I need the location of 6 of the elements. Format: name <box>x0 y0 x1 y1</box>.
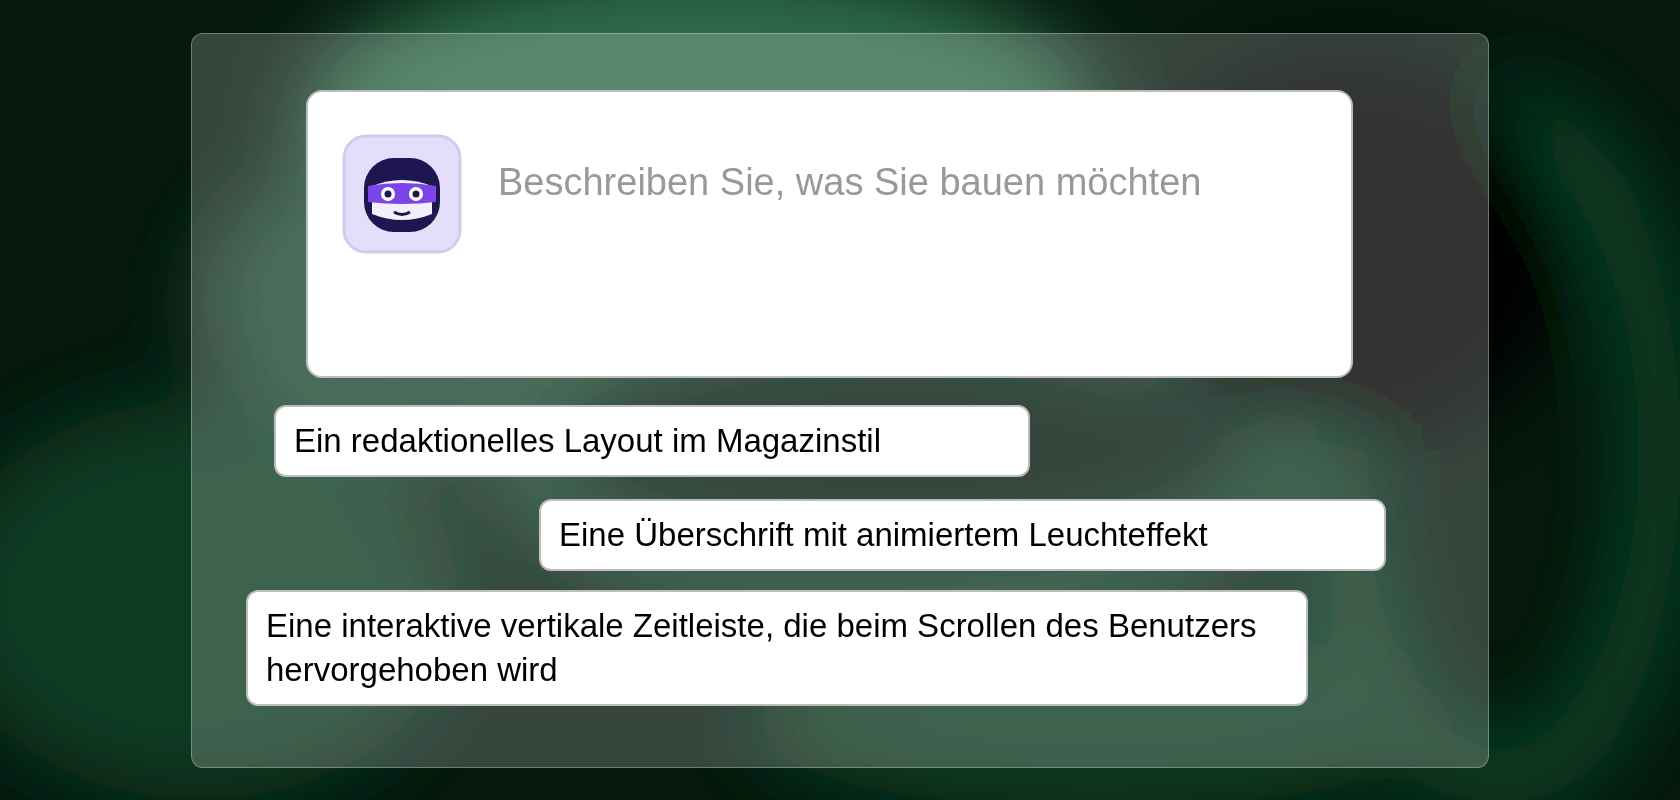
prompt-field[interactable]: Beschreiben Sie, was Sie bauen möchten <box>498 158 1351 218</box>
suggestion-chip[interactable]: Ein redaktionelles Layout im Magazinstil <box>274 405 1030 477</box>
suggestion-chip[interactable]: Eine interaktive vertikale Zeitleiste, die beim Scrollen des Benutzers hervorgehoben wird <box>246 590 1308 706</box>
prompt-card[interactable]: Beschreiben Sie, was Sie bauen möchten <box>306 90 1353 378</box>
avatar-icon <box>342 134 462 254</box>
suggestion-chip[interactable]: Eine Überschrift mit animiertem Leuchteffekt <box>539 499 1386 571</box>
